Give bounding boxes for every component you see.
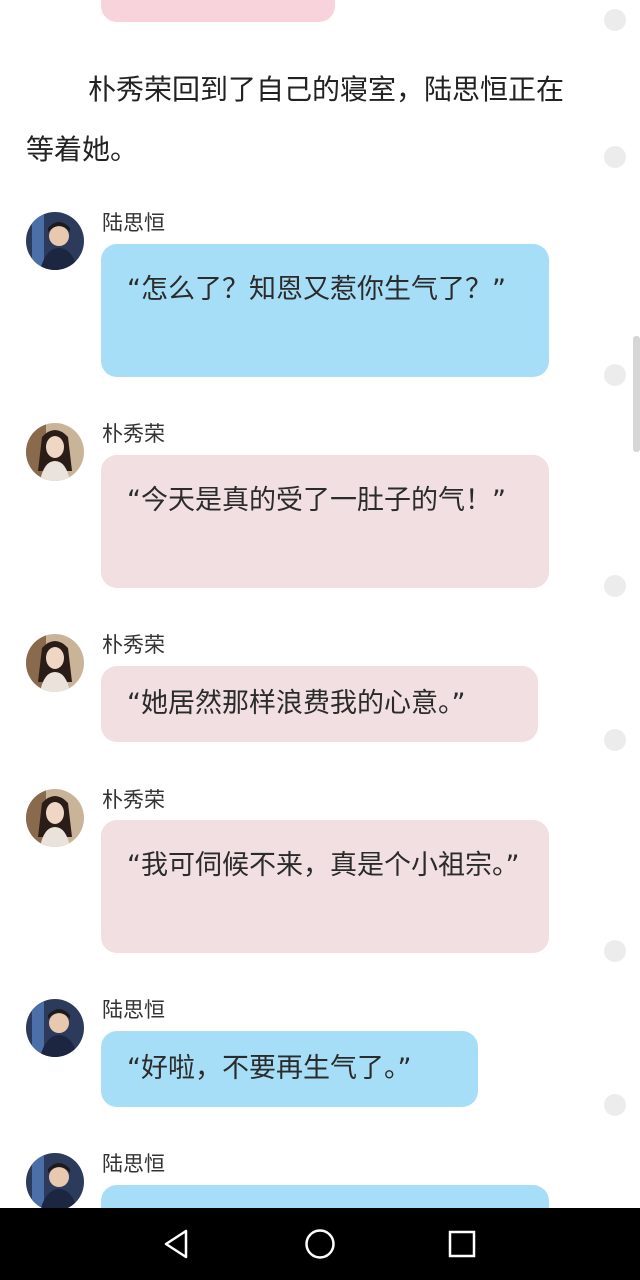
back-triangle-icon[interactable] xyxy=(160,1226,196,1262)
sender-name: 朴秀荣 xyxy=(102,788,165,812)
avatar-lu-siheng[interactable] xyxy=(26,1153,84,1208)
rail-marker xyxy=(604,9,626,31)
sender-name: 朴秀荣 xyxy=(102,633,165,657)
chat-story-screen: 朴秀荣回到了自己的寝室，陆思恒正在等着她。 陆思恒 “怎么了？知恩又惹你生气了？… xyxy=(0,0,640,1208)
rail-marker xyxy=(604,364,626,386)
rail-marker xyxy=(604,575,626,597)
message-bubble[interactable]: “她居然那样浪费我的心意。” xyxy=(101,666,538,742)
message-bubble[interactable]: “怎么了？知恩又惹你生气了？” xyxy=(101,244,549,377)
rail-marker xyxy=(604,146,626,168)
sender-name: 陆思恒 xyxy=(102,1152,165,1176)
message-bubble[interactable]: “我可伺候不来，真是个小祖宗。” xyxy=(101,820,549,953)
avatar-park-xiurong[interactable] xyxy=(26,423,84,481)
partial-message-bubble-top xyxy=(101,0,335,22)
rail-marker xyxy=(604,940,626,962)
sender-name: 陆思恒 xyxy=(102,211,165,235)
avatar-lu-siheng[interactable] xyxy=(26,999,84,1057)
message-bubble[interactable]: “好啦，不要再生气了。” xyxy=(101,1031,478,1107)
avatar-park-xiurong[interactable] xyxy=(26,634,84,692)
narration-text: 朴秀荣回到了自己的寝室，陆思恒正在等着她。 xyxy=(26,73,565,166)
scrollbar-thumb[interactable] xyxy=(633,336,640,452)
message-bubble[interactable]: “今天是真的受了一肚子的气！” xyxy=(101,455,549,588)
rail-marker xyxy=(604,729,626,751)
rail-marker xyxy=(604,1094,626,1116)
sender-name: 陆思恒 xyxy=(102,998,165,1022)
sender-name: 朴秀荣 xyxy=(102,422,165,446)
message-bubble[interactable] xyxy=(101,1185,549,1208)
system-navigation-bar xyxy=(0,1208,640,1280)
recents-square-icon[interactable] xyxy=(444,1226,480,1262)
avatar-park-xiurong[interactable] xyxy=(26,789,84,847)
home-circle-icon[interactable] xyxy=(302,1226,338,1262)
avatar-lu-siheng[interactable] xyxy=(26,212,84,270)
